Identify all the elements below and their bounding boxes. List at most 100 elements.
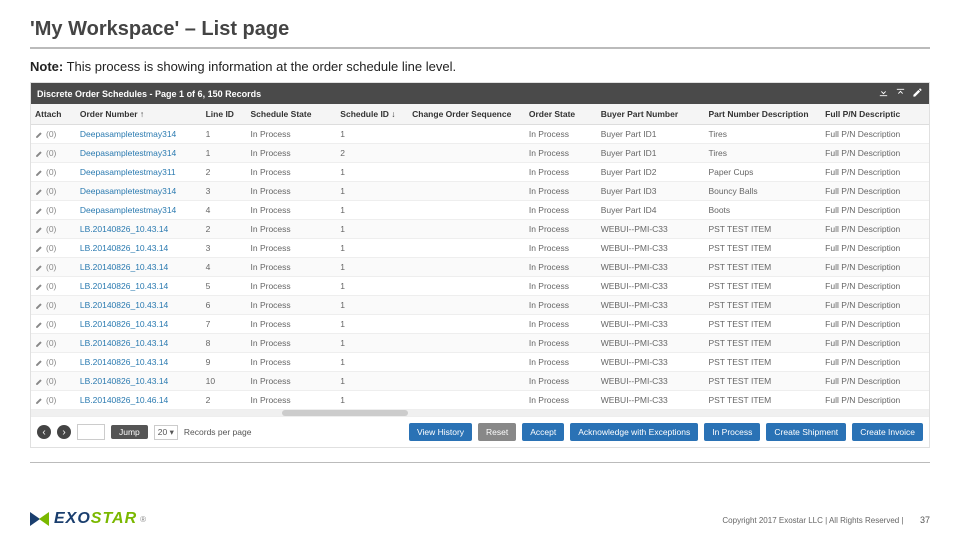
cell-part-desc: PST TEST ITEM [704,353,821,372]
create-invoice-button[interactable]: Create Invoice [852,423,923,441]
column-header[interactable]: Buyer Part Number [597,104,705,125]
note-text: This process is showing information at t… [63,59,456,74]
in-process-button[interactable]: In Process [704,423,760,441]
table-row[interactable]: (0)Deepasampletestmay3141In Process1In P… [31,125,929,144]
cell-order-state: In Process [525,258,597,277]
pagesize-select[interactable]: 20 ▾ [154,425,178,440]
order-number-link[interactable]: Deepasampletestmay314 [76,144,202,163]
cell-part-desc: PST TEST ITEM [704,277,821,296]
table-row[interactable]: (0)Deepasampletestmay3141In Process2In P… [31,144,929,163]
reset-button[interactable]: Reset [478,423,516,441]
view-history-button[interactable]: View History [409,423,472,441]
attach-icons[interactable]: (0) [35,167,72,177]
table-row[interactable]: (0)LB.20140826_10.43.143In Process1In Pr… [31,239,929,258]
page-input[interactable] [77,424,105,440]
cell-full-desc: Full P/N Description [821,277,929,296]
order-number-link[interactable]: LB.20140826_10.43.14 [76,277,202,296]
attach-icons[interactable]: (0) [35,376,72,386]
cell-line-id: 2 [202,163,247,182]
attach-icons[interactable]: (0) [35,300,72,310]
order-number-link[interactable]: Deepasampletestmay314 [76,201,202,220]
attach-icons[interactable]: (0) [35,129,72,139]
attach-icons[interactable]: (0) [35,148,72,158]
cell-buyer-part: Buyer Part ID2 [597,163,705,182]
order-number-link[interactable]: LB.20140826_10.43.14 [76,258,202,277]
cell-full-desc: Full P/N Description [821,296,929,315]
attach-icons[interactable]: (0) [35,262,72,272]
table-row[interactable]: (0)LB.20140826_10.43.144In Process1In Pr… [31,258,929,277]
table-row[interactable]: (0)LB.20140826_10.46.142In Process1In Pr… [31,391,929,410]
exostar-logo: EXOSTAR® [30,510,146,528]
cell-part-desc: PST TEST ITEM [704,334,821,353]
order-number-link[interactable]: LB.20140826_10.43.14 [76,315,202,334]
attach-icons[interactable]: (0) [35,243,72,253]
download-icon[interactable] [878,87,889,100]
order-number-link[interactable]: LB.20140826_10.43.14 [76,220,202,239]
attach-icons[interactable]: (0) [35,224,72,234]
accept-button[interactable]: Accept [522,423,564,441]
table-row[interactable]: (0)Deepasampletestmay3144In Process1In P… [31,201,929,220]
order-number-link[interactable]: LB.20140826_10.46.14 [76,391,202,410]
column-header[interactable]: Order State [525,104,597,125]
cell-schedule-id: 1 [336,182,408,201]
column-header[interactable]: Schedule State [247,104,337,125]
attach-icons[interactable]: (0) [35,281,72,291]
order-number-link[interactable]: Deepasampletestmay314 [76,125,202,144]
prev-page-button[interactable]: ‹ [37,425,51,439]
attach-icons[interactable]: (0) [35,319,72,329]
cell-line-id: 3 [202,239,247,258]
horizontal-scrollbar[interactable] [31,410,929,416]
attach-icons[interactable]: (0) [35,186,72,196]
column-header[interactable]: Change Order Sequence [408,104,525,125]
attach-icons[interactable]: (0) [35,338,72,348]
order-number-link[interactable]: Deepasampletestmay314 [76,182,202,201]
order-number-link[interactable]: Deepasampletestmay311 [76,163,202,182]
attach-icons[interactable]: (0) [35,205,72,215]
table-row[interactable]: (0)LB.20140826_10.43.147In Process1In Pr… [31,315,929,334]
note-label: Note: [30,59,63,74]
cell-schedule-state: In Process [247,391,337,410]
order-number-link[interactable]: LB.20140826_10.43.14 [76,296,202,315]
column-header[interactable]: Attach [31,104,76,125]
column-header[interactable]: Order Number ↑ [76,104,202,125]
column-header[interactable]: Part Number Description [704,104,821,125]
next-page-button[interactable]: › [57,425,71,439]
create-shipment-button[interactable]: Create Shipment [766,423,846,441]
order-number-link[interactable]: LB.20140826_10.43.14 [76,353,202,372]
upload-icon[interactable] [895,87,906,100]
cell-order-state: In Process [525,315,597,334]
cell-part-desc: PST TEST ITEM [704,258,821,277]
column-header[interactable]: Schedule ID ↓ [336,104,408,125]
order-number-link[interactable]: LB.20140826_10.43.14 [76,334,202,353]
cell-part-desc: PST TEST ITEM [704,296,821,315]
table-row[interactable]: (0)LB.20140826_10.43.149In Process1In Pr… [31,353,929,372]
table-row[interactable]: (0)Deepasampletestmay3143In Process1In P… [31,182,929,201]
table-row[interactable]: (0)Deepasampletestmay3112In Process1In P… [31,163,929,182]
cell-change-seq [408,334,525,353]
edit-icon[interactable] [912,87,923,100]
cell-line-id: 2 [202,391,247,410]
ack-exceptions-button[interactable]: Acknowledge with Exceptions [570,423,698,441]
table-row[interactable]: (0)LB.20140826_10.43.146In Process1In Pr… [31,296,929,315]
cell-buyer-part: WEBUI--PMI-C33 [597,296,705,315]
cell-schedule-id: 1 [336,296,408,315]
cell-buyer-part: WEBUI--PMI-C33 [597,353,705,372]
attach-icons[interactable]: (0) [35,395,72,405]
column-header[interactable]: Full P/N Descriptic [821,104,929,125]
cell-schedule-id: 1 [336,277,408,296]
cell-order-state: In Process [525,372,597,391]
column-header[interactable]: Line ID [202,104,247,125]
cell-change-seq [408,163,525,182]
jump-button[interactable]: Jump [111,425,148,439]
cell-change-seq [408,220,525,239]
cell-change-seq [408,277,525,296]
table-row[interactable]: (0)LB.20140826_10.43.145In Process1In Pr… [31,277,929,296]
cell-schedule-state: In Process [247,334,337,353]
order-number-link[interactable]: LB.20140826_10.43.14 [76,239,202,258]
order-number-link[interactable]: LB.20140826_10.43.14 [76,372,202,391]
table-row[interactable]: (0)LB.20140826_10.43.148In Process1In Pr… [31,334,929,353]
table-row[interactable]: (0)LB.20140826_10.43.1410In Process1In P… [31,372,929,391]
table-row[interactable]: (0)LB.20140826_10.43.142In Process1In Pr… [31,220,929,239]
cell-change-seq [408,144,525,163]
attach-icons[interactable]: (0) [35,357,72,367]
